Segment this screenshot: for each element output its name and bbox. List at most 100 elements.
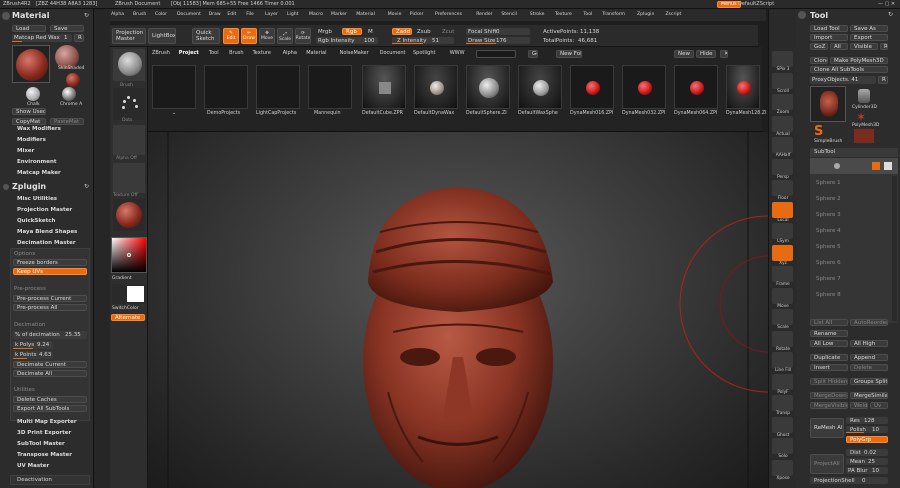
mrgb-button[interactable]: Mrgb	[318, 29, 332, 35]
stroke-dots-button[interactable]	[113, 88, 145, 120]
draw-size-slider[interactable]: Draw Size 176	[466, 37, 530, 44]
projection-master-button[interactable]: Projection Master	[112, 28, 146, 44]
import-button[interactable]: Import	[810, 34, 848, 41]
cylinder3d-thumb[interactable]	[858, 89, 870, 103]
subtool-slot[interactable]: Sphere 5	[816, 244, 841, 250]
shelf-scale-button[interactable]	[772, 309, 793, 325]
lightbox-file-dynamesh016[interactable]	[570, 65, 614, 109]
decimation-percent-slider[interactable]: % of decimation 25.35	[13, 331, 87, 339]
shelf-zoom-button[interactable]	[772, 94, 793, 110]
rename-button[interactable]: Rename	[810, 330, 848, 337]
auto-reorder-button[interactable]: AutoReorder	[850, 319, 888, 326]
menu-movie[interactable]: Movie	[388, 12, 402, 17]
lightbox-file-defaultwaxsphere[interactable]	[518, 65, 562, 109]
simplebrush-icon[interactable]: S	[814, 125, 830, 139]
menu-zscript[interactable]: Zscript	[665, 12, 681, 17]
menu-texture[interactable]: Texture	[555, 12, 572, 17]
tool-thumb-small[interactable]	[854, 129, 874, 143]
menu-macro[interactable]: Macro	[309, 12, 323, 17]
lightbox-close-icon[interactable]: ✕	[720, 50, 728, 58]
shelf-floor-button[interactable]	[772, 180, 793, 196]
append-button[interactable]: Append	[850, 354, 888, 361]
preprocess-all-button[interactable]: Pre-process All	[13, 304, 87, 311]
texture-button[interactable]	[113, 163, 145, 193]
zplugin-3d-print-exporter[interactable]: 3D Print Exporter	[17, 430, 71, 436]
lightbox-tab-www[interactable]: WWW	[450, 50, 465, 56]
m-button[interactable]: M	[368, 29, 373, 35]
rgb-button[interactable]: Rgb	[342, 28, 362, 35]
clone-all-subtools-button[interactable]: Clone All SubTools	[810, 66, 888, 73]
lightbox-go-button[interactable]: Go	[528, 50, 538, 58]
menu-color[interactable]: Color	[155, 12, 167, 17]
lightbox-file-defaultsphere[interactable]	[466, 65, 510, 109]
export-button[interactable]: Export	[850, 34, 888, 41]
menu-light[interactable]: Light	[287, 12, 298, 17]
new-folder-button[interactable]: New Folder	[556, 50, 582, 58]
save-as-button[interactable]: Save As	[850, 25, 888, 32]
lightbox-tab-project[interactable]: Project	[179, 50, 199, 56]
zplugin-transpose-master[interactable]: Transpose Master	[17, 452, 72, 458]
decimate-all-button[interactable]: Decimate All	[13, 370, 87, 377]
lightbox-new-button[interactable]: New	[674, 50, 694, 58]
zplugin-misc-utilities[interactable]: Misc Utilities	[17, 196, 57, 202]
edit-mode-button[interactable]: ✎ Edit	[223, 28, 239, 44]
focal-shift-slider[interactable]: Focal Shift 0	[466, 28, 530, 35]
k-points-slider[interactable]: k Points 4.63	[13, 351, 53, 359]
quick-sketch-button[interactable]: Quick Sketch	[192, 28, 220, 44]
delete-subtool-button[interactable]: Delete	[850, 364, 888, 371]
remesh-all-button[interactable]: ReMesh All	[810, 418, 844, 438]
menu-stencil[interactable]: Stencil	[501, 12, 517, 17]
zcut-button[interactable]: Zcut	[442, 29, 454, 35]
shelf-move-button[interactable]	[772, 287, 793, 304]
subtool-scrollbar[interactable]	[892, 176, 897, 321]
plugin-environment[interactable]: Environment	[17, 159, 57, 165]
menu-zplugin[interactable]: Zplugin	[637, 12, 654, 17]
mean-slider[interactable]: Mean 25	[846, 458, 888, 465]
menu-transform[interactable]: Transform	[602, 12, 625, 17]
shelf-lsym-button[interactable]	[772, 223, 793, 239]
tool-palette-title[interactable]: Tool	[810, 11, 828, 20]
lightbox-tab-texture[interactable]: Texture	[253, 50, 271, 56]
material-palette-title[interactable]: Material	[12, 11, 49, 20]
material-reset-button[interactable]: R	[74, 34, 84, 42]
merge-visible-button[interactable]: MergeVisible	[810, 402, 848, 409]
shelf-transp-button[interactable]	[772, 395, 793, 411]
tool-refresh-icon[interactable]: ↻	[888, 11, 893, 18]
export-all-subtools-button[interactable]: Export All SubTools	[13, 405, 87, 412]
subtool-slot[interactable]: Sphere 8	[816, 292, 841, 298]
lightbox-file-defaultdynawax[interactable]	[414, 65, 458, 109]
brush-button[interactable]	[113, 49, 145, 81]
lightbox-file-dynamesh032[interactable]	[622, 65, 666, 109]
shelf-xpose-button[interactable]	[772, 459, 793, 476]
freeze-borders-button[interactable]: Freeze borders	[13, 259, 87, 266]
material-swatch-redwax[interactable]	[66, 73, 80, 87]
tool-dock-icon[interactable]	[798, 11, 806, 19]
window-controls[interactable]: — ▢ ✕	[878, 1, 895, 7]
duplicate-button[interactable]: Duplicate	[810, 354, 848, 361]
projection-shell-slider[interactable]: ProjectionShell 0	[810, 477, 888, 484]
subtool-header[interactable]: SubTool	[810, 148, 898, 157]
lightbox-file-dynamesh064[interactable]	[674, 65, 718, 109]
lightbox-folder-lightcapprojects[interactable]	[256, 65, 300, 109]
material-swatch-chalk[interactable]	[26, 87, 40, 101]
shelf-actual-button[interactable]	[772, 115, 793, 132]
lightbox-tab-document[interactable]: Document	[380, 50, 406, 56]
subtool-slot[interactable]: Sphere 1	[816, 180, 841, 186]
decimate-current-button[interactable]: Decimate Current	[13, 361, 87, 368]
current-tool-thumb[interactable]	[810, 86, 846, 122]
zplugin-decimation-master[interactable]: Decimation Master	[17, 240, 76, 246]
weld-button[interactable]: Weld	[850, 402, 868, 409]
refresh-icon[interactable]: ↻	[84, 12, 89, 19]
merge-similar-button[interactable]: MergeSimilar	[850, 392, 888, 399]
dist-slider[interactable]: Dist 0.02	[846, 449, 888, 456]
lightbox-tab-noisemaker[interactable]: NoiseMaker	[340, 50, 369, 56]
current-material-preview[interactable]	[12, 45, 50, 83]
zplugin-subtool-master[interactable]: SubTool Master	[17, 441, 65, 447]
keep-uvs-toggle[interactable]: Keep UVs	[13, 268, 87, 275]
shelf-aahalf-button[interactable]	[772, 137, 793, 153]
zadd-button[interactable]: Zadd	[392, 28, 412, 35]
rgb-intensity-slider[interactable]: Rgb Intensity 100	[316, 37, 378, 44]
subtool-slot[interactable]: Sphere 4	[816, 228, 841, 234]
paste-material-button[interactable]: PasteMat	[50, 118, 84, 125]
material-swatch-chrome[interactable]	[62, 87, 76, 101]
